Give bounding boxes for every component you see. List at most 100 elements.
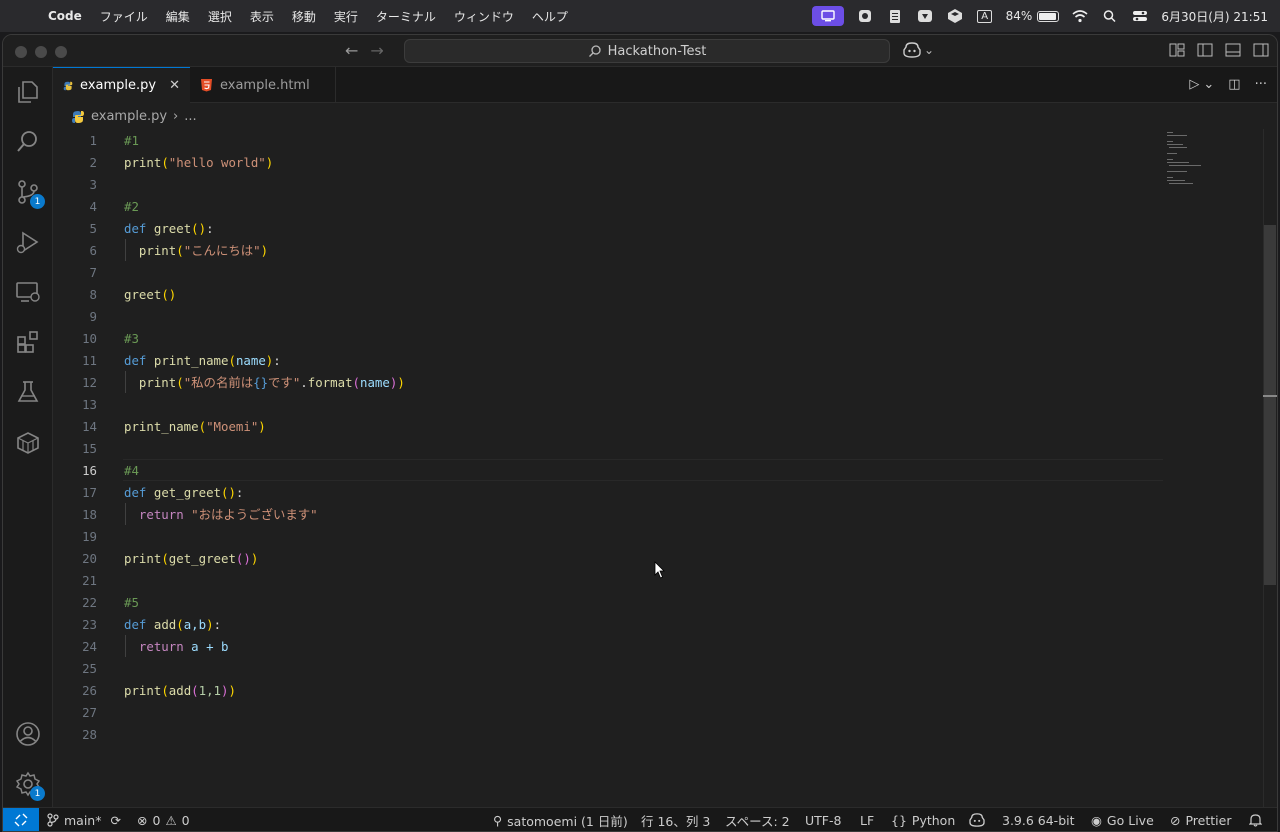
menu-app-name[interactable]: Code bbox=[48, 9, 82, 23]
more-actions-icon[interactable]: ··· bbox=[1255, 77, 1267, 92]
customize-layout-icon[interactable] bbox=[1169, 42, 1185, 58]
python-interpreter-status[interactable]: 3.9.6 64-bit bbox=[1002, 808, 1075, 831]
containers-icon[interactable] bbox=[15, 429, 41, 455]
split-editor-icon[interactable]: ◫ bbox=[1228, 77, 1240, 92]
wifi-icon[interactable] bbox=[1071, 8, 1089, 24]
cube-icon[interactable] bbox=[946, 8, 964, 24]
toggle-primary-sidebar-icon[interactable] bbox=[1197, 42, 1213, 58]
toggle-secondary-sidebar-icon[interactable] bbox=[1253, 42, 1269, 58]
tab-example-py[interactable]: example.py ✕ bbox=[53, 67, 190, 103]
menubar-datetime[interactable]: 6月30日(月) 21:51 bbox=[1161, 8, 1268, 25]
token-parameter: a,b bbox=[183, 616, 207, 632]
app-status-icon-2[interactable] bbox=[916, 8, 934, 24]
line-number: 12 bbox=[82, 374, 97, 390]
branch-status[interactable]: main* ⟳ bbox=[47, 808, 121, 831]
minimize-window-button[interactable] bbox=[35, 46, 47, 58]
clipboard-icon[interactable] bbox=[886, 8, 904, 24]
source-control-icon[interactable]: 1 bbox=[15, 179, 45, 209]
minimap[interactable] bbox=[1163, 129, 1223, 189]
line-number: 21 bbox=[82, 572, 97, 588]
language-mode-status[interactable]: {} Python bbox=[891, 808, 955, 831]
extensions-icon[interactable] bbox=[15, 329, 41, 355]
line-number: 19 bbox=[82, 528, 97, 544]
menu-view[interactable]: 表示 bbox=[250, 8, 274, 25]
eol-status[interactable]: LF bbox=[860, 808, 874, 831]
token-function: print bbox=[138, 243, 177, 258]
breadcrumb-symbol[interactable]: ... bbox=[184, 109, 196, 124]
search-icon[interactable] bbox=[15, 129, 41, 155]
screen-share-icon[interactable] bbox=[811, 6, 844, 26]
control-center-icon[interactable] bbox=[1131, 8, 1149, 24]
code-editor[interactable]: 1 #1 2 print("hello world") 3 4 #2 5 def… bbox=[53, 129, 1163, 809]
comment: #4 bbox=[124, 462, 139, 478]
copilot-status-icon[interactable] bbox=[969, 808, 985, 831]
sync-icon[interactable]: ⟳ bbox=[110, 813, 120, 828]
menu-go[interactable]: 移動 bbox=[292, 8, 316, 25]
zoom-window-button[interactable] bbox=[55, 46, 67, 58]
menu-help[interactable]: ヘルプ bbox=[532, 8, 568, 25]
code-line: 18 return "おはようございます" bbox=[53, 503, 1163, 525]
go-live-status[interactable]: ◉ Go Live bbox=[1091, 808, 1154, 831]
remote-indicator-button[interactable] bbox=[3, 808, 39, 831]
indentation-status[interactable]: スペース: 2 bbox=[725, 808, 790, 831]
input-source-icon[interactable]: A bbox=[976, 8, 994, 24]
git-blame-status[interactable]: ⚲ satomoemi (1 日前) bbox=[493, 808, 628, 831]
accounts-icon[interactable] bbox=[15, 721, 41, 747]
menu-file[interactable]: ファイル bbox=[100, 8, 148, 25]
breadcrumb-file[interactable]: example.py bbox=[91, 109, 167, 124]
code-line: 28 bbox=[53, 723, 1163, 745]
problems-status[interactable]: ⊗ 0 ⚠ 0 bbox=[137, 808, 190, 831]
comment: #3 bbox=[124, 330, 139, 346]
menu-selection[interactable]: 選択 bbox=[208, 8, 232, 25]
tab-example-html[interactable]: example.html bbox=[190, 67, 336, 103]
menu-terminal[interactable]: ターミナル bbox=[376, 8, 436, 25]
token-function: add bbox=[153, 616, 177, 632]
back-arrow-icon[interactable]: ← bbox=[345, 41, 358, 60]
token-string: "おはようございます" bbox=[191, 507, 318, 522]
cursor-position-status[interactable]: 行 16、列 3 bbox=[641, 808, 710, 831]
status-bar: main* ⟳ ⊗ 0 ⚠ 0 ⚲ satomoemi (1 日前) 行 16、… bbox=[3, 807, 1277, 831]
vertical-scrollbar[interactable] bbox=[1263, 129, 1277, 809]
line-number: 8 bbox=[89, 286, 97, 302]
token-function: add bbox=[168, 682, 192, 698]
comment: #2 bbox=[124, 198, 139, 214]
line-number: 6 bbox=[89, 242, 97, 258]
token-keyword: return bbox=[138, 638, 184, 654]
code-line: 17 def get_greet(): bbox=[53, 481, 1163, 503]
scrollbar-thumb[interactable] bbox=[1264, 225, 1276, 585]
battery-status[interactable]: 84% bbox=[1006, 9, 1060, 23]
notifications-bell-icon[interactable] bbox=[1249, 808, 1262, 831]
token-keyword: def bbox=[124, 484, 147, 500]
run-debug-icon[interactable] bbox=[15, 229, 41, 255]
close-tab-icon[interactable]: ✕ bbox=[169, 78, 180, 93]
menu-edit[interactable]: 編集 bbox=[166, 8, 190, 25]
prettier-status[interactable]: ⊘ Prettier bbox=[1170, 808, 1231, 831]
testing-flask-icon[interactable] bbox=[15, 379, 41, 405]
code-line: 27 bbox=[53, 701, 1163, 723]
token-number: 1,1 bbox=[198, 682, 222, 698]
toggle-panel-icon[interactable] bbox=[1225, 42, 1241, 58]
menu-window[interactable]: ウィンドウ bbox=[454, 8, 514, 25]
menu-run[interactable]: 実行 bbox=[334, 8, 358, 25]
explorer-icon[interactable] bbox=[15, 79, 41, 105]
run-python-file-icon[interactable]: ▷ bbox=[1189, 77, 1199, 92]
branch-name: main* bbox=[64, 812, 102, 828]
copilot-menu[interactable]: ⌄ bbox=[903, 42, 934, 58]
comment: #1 bbox=[124, 132, 139, 148]
remote-icon bbox=[14, 813, 28, 827]
command-center-search[interactable]: Hackathon-Test bbox=[404, 39, 890, 63]
forward-arrow-icon[interactable]: → bbox=[370, 41, 383, 60]
code-line: 21 bbox=[53, 569, 1163, 591]
line-number: 1 bbox=[89, 132, 97, 148]
line-number: 13 bbox=[82, 396, 97, 412]
close-window-button[interactable] bbox=[15, 46, 27, 58]
run-menu-chevron-icon[interactable]: ⌄ bbox=[1203, 77, 1214, 92]
spotlight-search-icon[interactable] bbox=[1101, 8, 1119, 24]
token-parameter: name bbox=[235, 352, 266, 368]
remote-explorer-icon[interactable] bbox=[15, 279, 41, 305]
token-placeholder: {} bbox=[253, 375, 269, 390]
app-status-icon[interactable] bbox=[856, 8, 874, 24]
token-string: "こんにちは" bbox=[183, 243, 261, 258]
encoding-status[interactable]: UTF-8 bbox=[805, 808, 841, 831]
settings-gear-icon[interactable]: 1 bbox=[15, 771, 45, 801]
